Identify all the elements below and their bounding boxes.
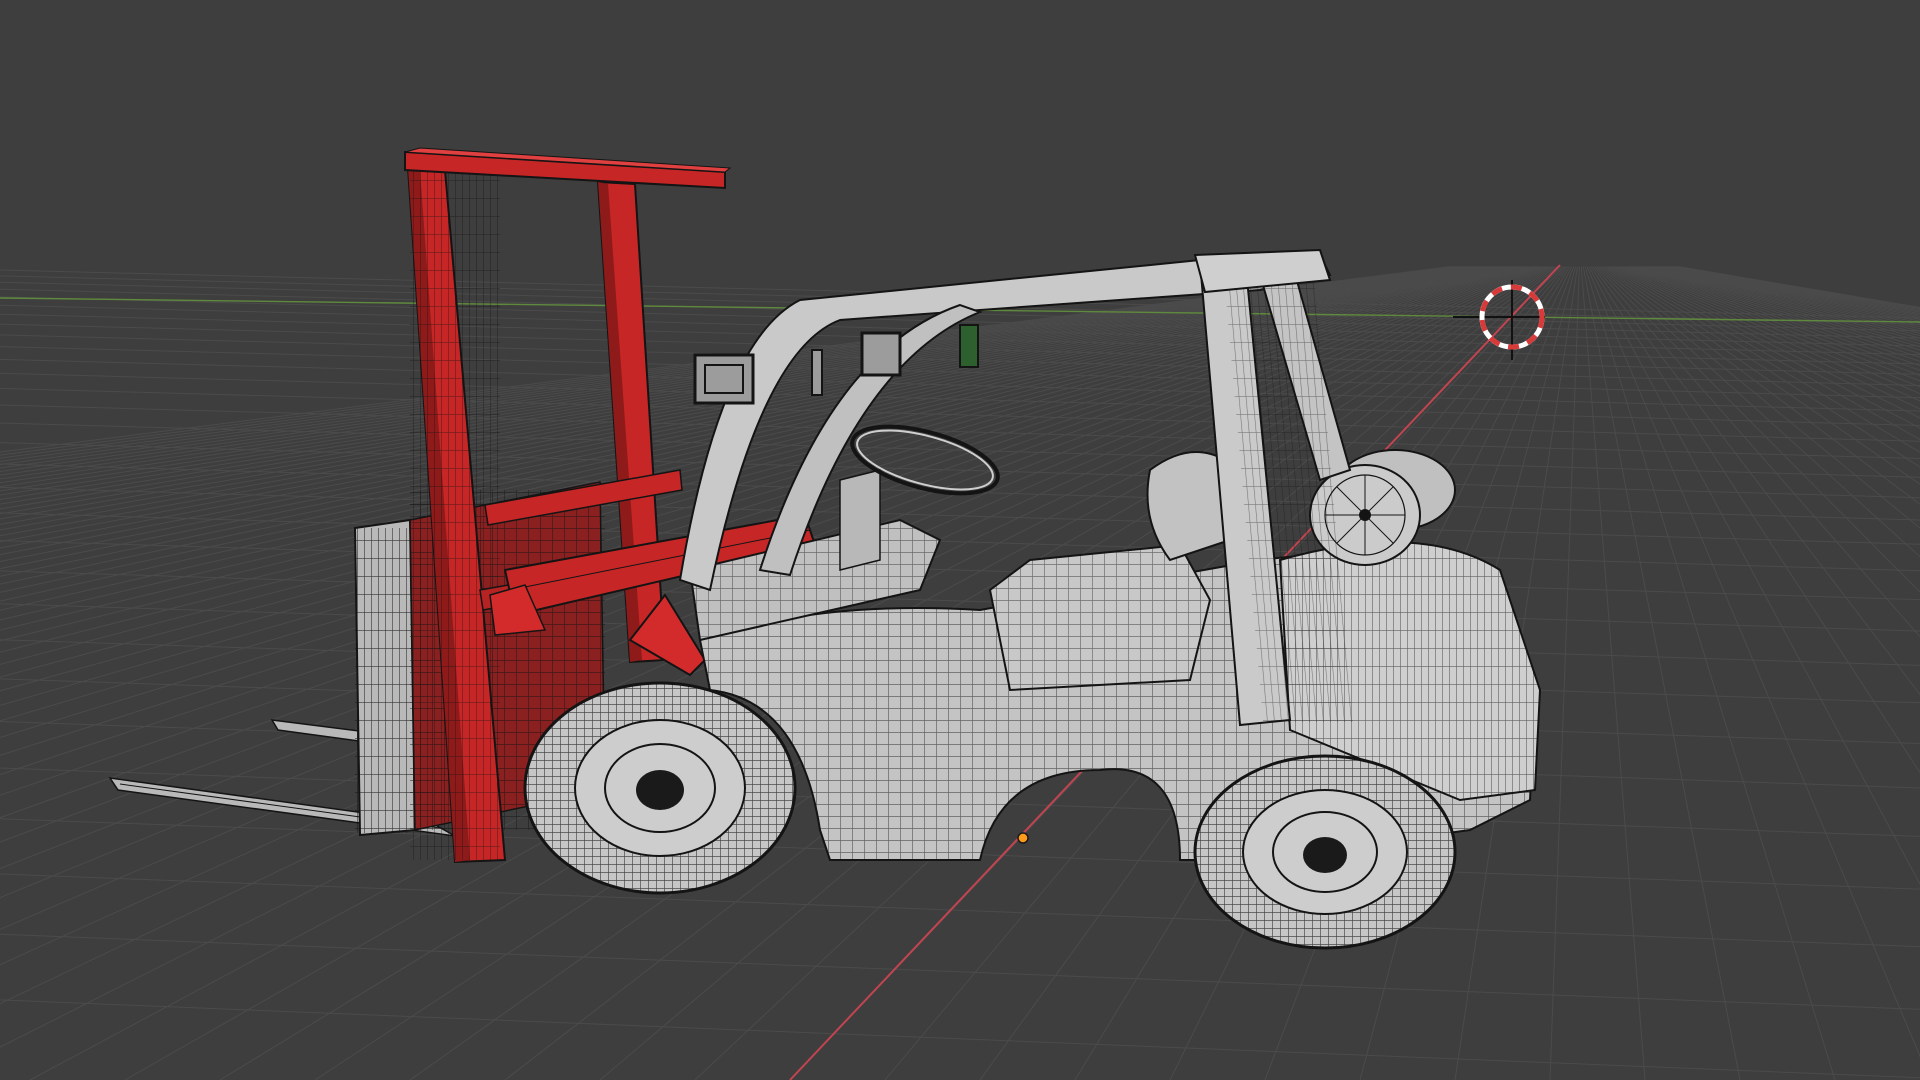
grid-line	[1590, 266, 1920, 774]
grid-line	[1594, 266, 1920, 638]
front-wheel	[523, 681, 797, 895]
grid-line	[1659, 266, 1920, 322]
grid-line	[1653, 266, 1920, 328]
grid-line	[1638, 266, 1920, 348]
grid-line	[1599, 266, 1920, 529]
work-light-left	[693, 353, 755, 405]
grid-line	[1601, 266, 1920, 505]
grid-line	[1670, 266, 1920, 313]
grid-line	[0, 933, 1920, 1010]
grid-line	[1657, 266, 1920, 324]
grid-line	[1676, 266, 1920, 310]
object-origin-icon[interactable]	[1017, 832, 1029, 844]
grid-line	[1647, 266, 1920, 334]
grid-line	[1664, 266, 1920, 317]
side-mirror	[959, 324, 979, 368]
grid-line	[1655, 266, 1920, 326]
grid-line	[1649, 266, 1920, 332]
grid-line	[1605, 266, 1920, 468]
grid-line	[0, 486, 1920, 545]
work-light-right	[860, 331, 902, 377]
grid-line	[1678, 266, 1920, 308]
grid-line	[1660, 266, 1920, 321]
viewport-canvas[interactable]	[0, 0, 1920, 1080]
forklift-model[interactable]	[108, 147, 1542, 950]
grid-line	[1617, 266, 1920, 402]
grid-line	[1619, 266, 1920, 395]
rear-wheel	[1193, 754, 1457, 950]
grid-line	[1603, 266, 1920, 485]
grid-line	[1592, 266, 1920, 696]
grid-line	[1668, 266, 1920, 315]
grid-line	[1586, 266, 1920, 1058]
grid-line	[1582, 266, 1741, 1080]
grid-line	[1666, 266, 1920, 316]
grid-line	[1598, 266, 1920, 558]
grid-line	[1613, 266, 1920, 419]
grid-line	[1651, 266, 1920, 330]
grid-line	[1621, 266, 1920, 388]
3d-viewport[interactable]	[0, 0, 1920, 1080]
